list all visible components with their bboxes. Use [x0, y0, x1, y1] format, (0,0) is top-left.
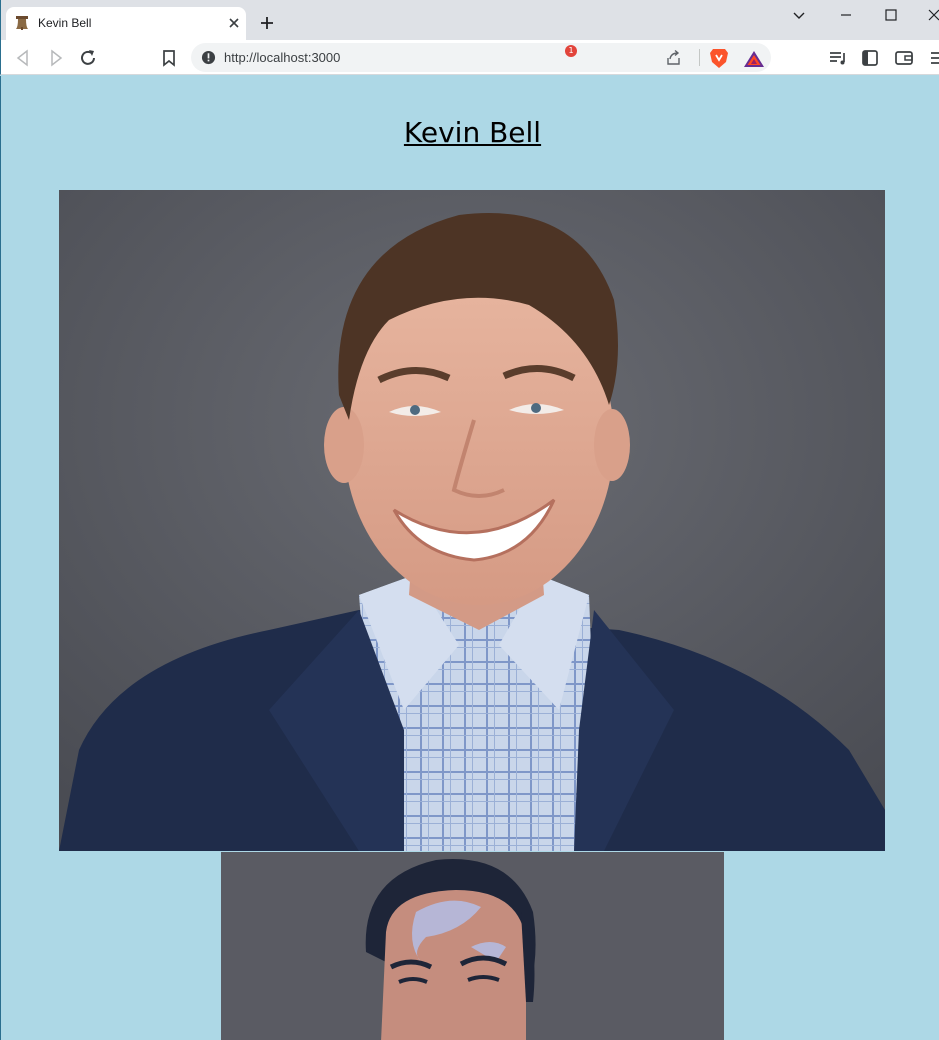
- rewards-notification-badge: 1: [565, 45, 577, 57]
- page-content: Kevin Bell: [0, 76, 939, 1040]
- close-tab-icon[interactable]: [224, 13, 244, 33]
- browser-toolbar: http://localhost:3000 1: [0, 40, 939, 75]
- minimize-icon[interactable]: [831, 4, 861, 28]
- new-tab-icon[interactable]: [256, 12, 278, 34]
- playlist-icon[interactable]: [826, 46, 850, 70]
- reload-icon[interactable]: [76, 46, 100, 70]
- address-bar[interactable]: http://localhost:3000: [191, 43, 771, 72]
- posterized-illustration: [221, 852, 724, 1040]
- address-bar-divider: [699, 49, 700, 66]
- tab-strip: Kevin Bell: [0, 0, 939, 40]
- portrait-photo: [59, 190, 885, 851]
- bookmark-icon[interactable]: [157, 46, 181, 70]
- forward-icon[interactable]: [44, 46, 68, 70]
- posterized-portrait: [221, 852, 724, 1040]
- wallet-icon[interactable]: [892, 46, 916, 70]
- share-icon[interactable]: [665, 49, 682, 66]
- close-window-icon[interactable]: [919, 4, 939, 28]
- maximize-icon[interactable]: [876, 4, 906, 28]
- brave-rewards-icon[interactable]: [742, 48, 766, 70]
- url-text[interactable]: http://localhost:3000: [224, 50, 340, 65]
- back-icon[interactable]: [11, 46, 35, 70]
- tab-search-chevron-icon[interactable]: [784, 4, 814, 28]
- site-info-icon[interactable]: [201, 50, 216, 65]
- brave-shields-icon[interactable]: [709, 47, 729, 69]
- tab-title: Kevin Bell: [38, 16, 92, 30]
- page-title: Kevin Bell: [403, 116, 542, 149]
- browser-tab[interactable]: Kevin Bell: [6, 7, 246, 40]
- sidebar-icon[interactable]: [858, 46, 882, 70]
- menu-icon[interactable]: [925, 46, 939, 70]
- liberty-bell-favicon-icon: [16, 16, 28, 30]
- portrait-illustration: [59, 190, 885, 851]
